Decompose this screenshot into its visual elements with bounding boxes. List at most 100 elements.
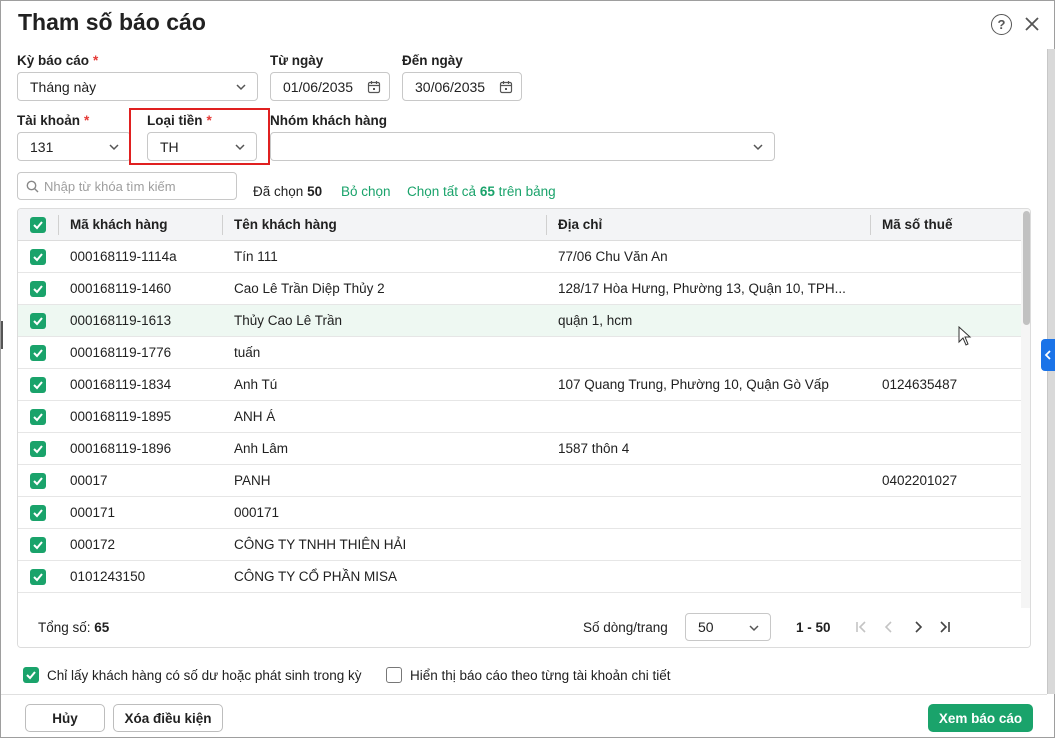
table-footer: Tổng số: 65 Số dòng/trang 50 1 - 50 [18, 608, 1030, 647]
deselect-link[interactable]: Bỏ chọn [341, 184, 391, 199]
clear-conditions-button[interactable]: Xóa điều kiện [113, 704, 223, 732]
row-checkbox[interactable] [30, 441, 46, 457]
period-select[interactable]: Tháng này [17, 72, 258, 101]
row-checkbox[interactable] [30, 249, 46, 265]
cell-code: 00017 [70, 473, 108, 488]
chevron-down-icon [109, 144, 119, 151]
table-row[interactable]: 000172 CÔNG TY TNHH THIÊN HẢI [18, 529, 1021, 561]
chevron-left-icon [1044, 350, 1051, 360]
window-scrollbar[interactable] [1047, 49, 1055, 694]
row-checkbox[interactable] [30, 409, 46, 425]
col-customer-code[interactable]: Mã khách hàng [70, 209, 168, 241]
cell-code: 000172 [70, 537, 116, 552]
select-all-link[interactable]: Chọn tất cả 65 trên bảng [407, 184, 556, 199]
cell-address [558, 497, 868, 529]
cell-address [558, 465, 868, 497]
cell-address [558, 401, 868, 433]
table-row[interactable]: 000171 000171 [18, 497, 1021, 529]
mouse-cursor-icon [958, 326, 972, 346]
cell-tax [882, 401, 1012, 433]
collapse-panel-tab[interactable] [1041, 339, 1055, 371]
row-checkbox[interactable] [30, 537, 46, 553]
cell-address: 1587 thôn 4 [558, 441, 630, 456]
report-params-dialog: Tham số báo cáo ? Kỳ báo cáo * Từ ngày Đế… [0, 0, 1055, 738]
table-row[interactable]: 000168119-1776 tuấn [18, 337, 1021, 369]
chevron-down-icon [753, 144, 763, 151]
period-value: Tháng này [30, 78, 97, 95]
detail-account-option[interactable]: Hiển thị báo cáo theo từng tài khoản chi… [386, 667, 670, 683]
period-label: Kỳ báo cáo * [17, 53, 99, 68]
table-row[interactable]: 0101243150 CÔNG TY CỔ PHẦN MISA [18, 561, 1021, 593]
cell-code: 000168119-1460 [70, 281, 172, 296]
table-row[interactable]: 000168119-1834 Anh Tú 107 Quang Trung, Phư… [18, 369, 1021, 401]
to-date-input[interactable]: 30/06/2035 [402, 72, 522, 101]
calendar-icon[interactable] [499, 80, 513, 94]
cell-tax [882, 529, 1012, 561]
cell-address [558, 561, 868, 593]
scrollbar-thumb[interactable] [1023, 211, 1030, 325]
col-customer-name[interactable]: Tên khách hàng [234, 209, 337, 241]
account-select[interactable]: 131 [17, 132, 131, 161]
customer-group-select[interactable] [270, 132, 775, 161]
table-scrollbar[interactable] [1021, 209, 1030, 647]
row-checkbox[interactable] [30, 473, 46, 489]
first-page-icon[interactable] [854, 620, 868, 634]
row-checkbox[interactable] [30, 281, 46, 297]
row-checkbox[interactable] [30, 505, 46, 521]
detail-account-checkbox[interactable] [386, 667, 402, 683]
next-page-icon[interactable] [911, 620, 925, 634]
cell-tax [882, 273, 1012, 305]
last-page-icon[interactable] [938, 620, 952, 634]
only-balance-checkbox[interactable] [23, 667, 39, 683]
cell-name: CÔNG TY TNHH THIÊN HẢI [234, 537, 407, 552]
cell-tax: 0402201027 [882, 473, 958, 488]
table-row[interactable]: 000168119-1114a Tín 111 77/06 Chu Văn An [18, 241, 1021, 273]
close-icon[interactable] [1021, 13, 1043, 35]
cell-address [558, 529, 868, 561]
cell-code: 000168119-1896 [70, 441, 172, 456]
search-icon [26, 180, 39, 193]
help-icon[interactable]: ? [991, 14, 1012, 35]
col-address[interactable]: Địa chỉ [558, 209, 602, 241]
cell-name: 000171 [234, 505, 280, 520]
table-row[interactable]: 000168119-1896 Anh Lâm 1587 thôn 4 [18, 433, 1021, 465]
row-checkbox[interactable] [30, 377, 46, 393]
total-count: Tổng số: 65 [38, 620, 110, 635]
row-checkbox[interactable] [30, 569, 46, 585]
table-row[interactable]: 000168119-1460 Cao Lê Trần Diệp Thủy 2 128… [18, 273, 1021, 305]
cell-name: Anh Lâm [234, 441, 289, 456]
row-checkbox[interactable] [30, 345, 46, 361]
cell-address [558, 337, 868, 369]
cell-tax [882, 241, 1012, 273]
cell-tax [882, 337, 1012, 369]
dialog-title: Tham số báo cáo [18, 9, 206, 35]
row-checkbox[interactable] [30, 313, 46, 329]
view-report-button[interactable]: Xem báo cáo [928, 704, 1033, 732]
page-size-select[interactable]: 50 [685, 613, 771, 641]
cell-name: CÔNG TY CỔ PHẦN MISA [234, 569, 398, 584]
cell-name: tuấn [234, 345, 261, 360]
select-all-checkbox[interactable] [30, 217, 46, 233]
account-label: Tài khoản * [17, 113, 90, 128]
page-range: 1 - 50 [796, 620, 831, 635]
prev-page-icon[interactable] [882, 620, 896, 634]
table-row[interactable]: 000168119-1613 Thủy Cao Lê Trần quận 1, hc… [18, 305, 1021, 337]
cell-code: 000168119-1776 [70, 345, 172, 360]
search-input[interactable]: Nhập từ khóa tìm kiếm [17, 172, 237, 200]
only-balance-option[interactable]: Chỉ lấy khách hàng có số dư hoặc phát si… [23, 667, 361, 683]
col-tax-code[interactable]: Mã số thuế [882, 209, 953, 241]
cell-code: 000168119-1834 [70, 377, 172, 392]
from-date-value: 01/06/2035 [283, 78, 354, 95]
footer-divider [1, 694, 1047, 695]
page-size-label: Số dòng/trang [583, 620, 668, 635]
cell-code: 000171 [70, 505, 116, 520]
from-date-label: Từ ngày [270, 53, 324, 68]
table-row[interactable]: 000168119-1895 ANH Á [18, 401, 1021, 433]
cell-code: 000168119-1895 [70, 409, 172, 424]
table-row[interactable]: 00017 PANH 0402201027 [18, 465, 1021, 497]
cell-tax [882, 433, 1012, 465]
cancel-button[interactable]: Hủy [25, 704, 105, 732]
from-date-input[interactable]: 01/06/2035 [270, 72, 390, 101]
cell-tax [882, 561, 1012, 593]
calendar-icon[interactable] [367, 80, 381, 94]
